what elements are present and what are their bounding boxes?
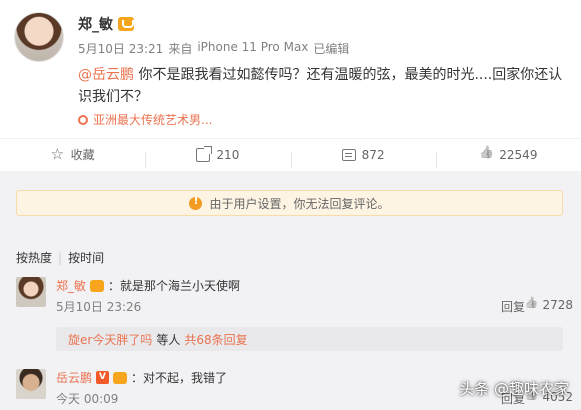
comment-sort-tabs: 按热度 | 按时间 xyxy=(16,249,104,266)
sort-by-hot-tab[interactable]: 按热度 xyxy=(16,249,52,266)
commenter-name[interactable]: 岳云鹏 xyxy=(56,369,92,386)
link-icon xyxy=(78,114,88,125)
topic-link-text[interactable]: 亚洲最大传统艺术男... xyxy=(93,111,212,128)
replies-summary[interactable]: 旋er今天胖了吗 等人 共68条回复 xyxy=(56,327,563,351)
commenter-avatar[interactable] xyxy=(16,369,46,399)
comment-button[interactable]: 872 xyxy=(290,147,436,168)
reply-users[interactable]: 旋er今天胖了吗 xyxy=(68,331,152,348)
comment-time: 5月10日 23:26 xyxy=(56,300,142,314)
vip-badge-icon xyxy=(113,371,128,384)
post-source: iPhone 11 Pro Max xyxy=(197,40,309,54)
favorite-label: 收藏 xyxy=(70,148,95,162)
favorite-button[interactable]: 收藏 xyxy=(0,145,145,163)
edited-label[interactable]: 已编辑 xyxy=(313,40,349,57)
author-name[interactable]: 郑_敏 xyxy=(78,14,113,34)
comment-header: 岳云鹏 V ：对不起，我错了 xyxy=(56,369,227,386)
comment-header: 郑_敏 ：就是那个海兰小天使啊 xyxy=(56,277,240,294)
mention-link[interactable]: @岳云鹏 xyxy=(78,67,134,83)
post-content: @岳云鹏 你不是跟我看过如懿传吗？还有温暖的弦，最美的时光....回家你还认识我… xyxy=(78,64,568,108)
reply-button[interactable]: 回复 xyxy=(501,298,525,315)
comment-time: 今天 00:09 xyxy=(56,392,119,406)
sort-divider: | xyxy=(58,250,63,265)
source-prefix: 来自 xyxy=(168,42,193,56)
thumbs-up-icon xyxy=(524,298,538,312)
watermark-text: 头条 @趣味农家 xyxy=(459,380,569,398)
post-actions: 收藏 210 872 22549 xyxy=(0,138,581,170)
repost-count: 210 xyxy=(216,147,240,162)
thumbs-up-icon xyxy=(479,148,493,162)
star-icon xyxy=(51,145,65,163)
vip-badge-icon xyxy=(118,17,134,31)
reply-middle-text: 等人 xyxy=(156,332,181,347)
vip-badge-icon xyxy=(90,279,105,292)
post-text: 你不是跟我看过如懿传吗？还有温暖的弦，最美的时光....回家你还认识我们不？ xyxy=(78,67,563,105)
topic-link[interactable]: 亚洲最大传统艺术男... xyxy=(78,111,212,128)
share-icon xyxy=(196,145,213,162)
author-avatar[interactable] xyxy=(14,12,64,62)
comment-like-button[interactable]: 2728 xyxy=(524,298,573,312)
author-header: 郑_敏 xyxy=(78,14,134,34)
repost-button[interactable]: 210 xyxy=(145,145,290,168)
comment-icon xyxy=(341,148,356,161)
post-meta: 5月10日 23:21 来自 iPhone 11 Pro Max 已编辑 xyxy=(78,40,349,57)
like-count: 22549 xyxy=(499,147,538,162)
comment-like-count: 2728 xyxy=(542,298,573,312)
comment-count: 872 xyxy=(361,147,385,162)
comment-text: ：就是那个海兰小天使啊 xyxy=(108,279,241,293)
commenter-name[interactable]: 郑_敏 xyxy=(56,277,86,294)
verified-v-icon: V xyxy=(96,371,110,384)
commenter-avatar[interactable] xyxy=(16,277,46,307)
comment-text: ：对不起，我错了 xyxy=(131,371,228,385)
post-time[interactable]: 5月10日 23:21 xyxy=(78,40,163,57)
reply-restriction-notice: 由于用户设置，你无法回复评论。 xyxy=(16,190,563,216)
notice-text: 由于用户设置，你无法回复评论。 xyxy=(209,196,390,211)
like-button[interactable]: 22549 xyxy=(435,147,581,168)
warning-icon xyxy=(189,196,203,210)
sort-by-time-tab[interactable]: 按时间 xyxy=(68,249,104,266)
weibo-post: 郑_敏 5月10日 23:21 来自 iPhone 11 Pro Max 已编辑… xyxy=(0,0,581,142)
reply-count-link[interactable]: 共68条回复 xyxy=(184,331,247,348)
